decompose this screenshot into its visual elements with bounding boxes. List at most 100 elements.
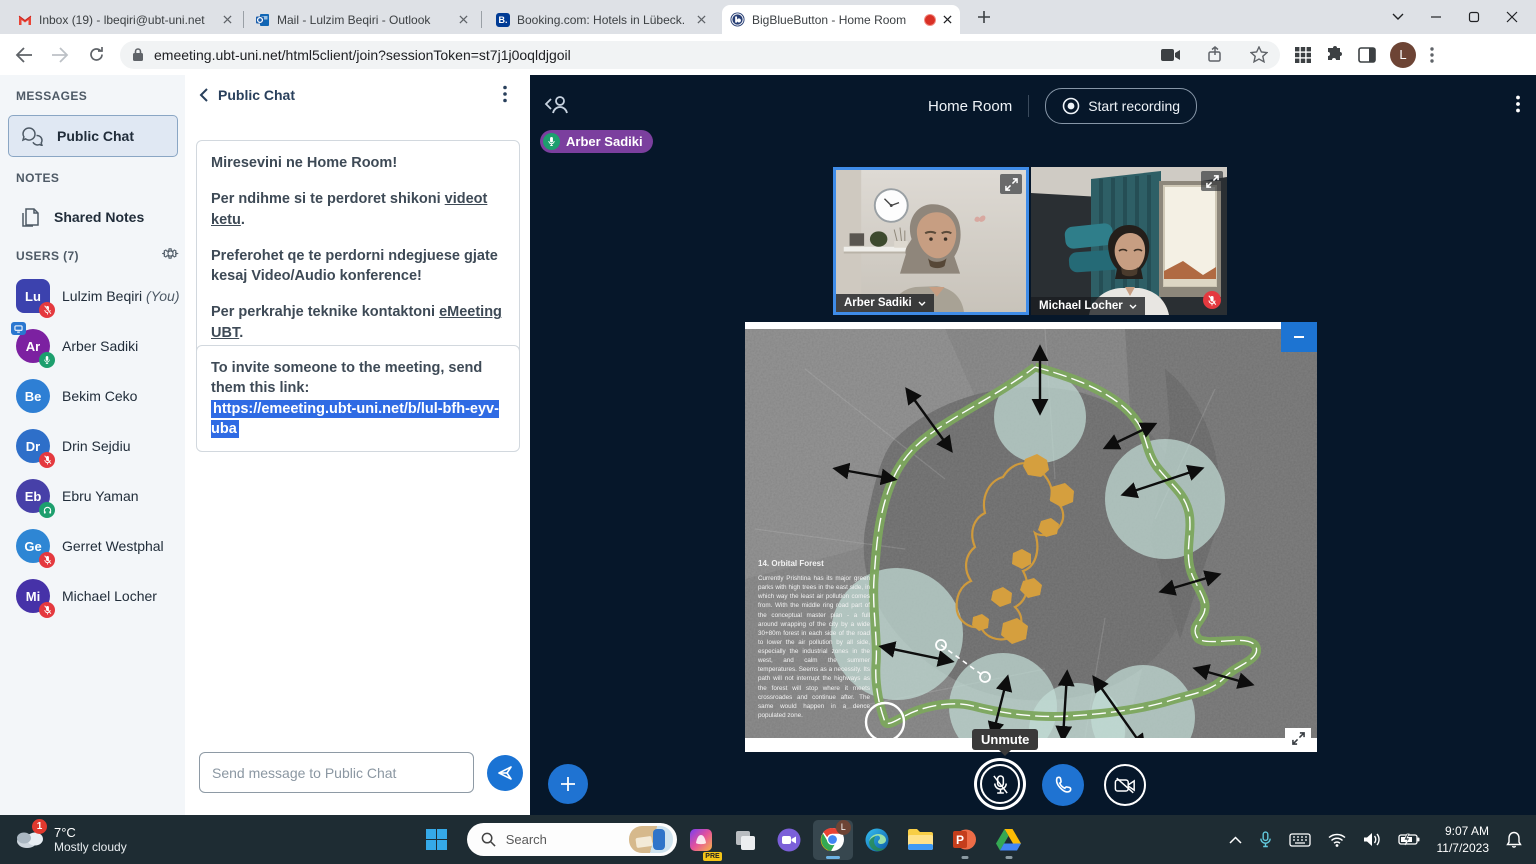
user-row[interactable]: Ar Arber Sadiki	[8, 321, 185, 371]
tab-bigbluebutton-active[interactable]: BigBlueButton - Home Room	[722, 5, 960, 34]
welcome-line-4: Per perkrahje teknike kontaktoni eMeetin…	[211, 302, 505, 343]
taskbar-powerpoint-icon[interactable]: P	[945, 820, 985, 860]
invite-link[interactable]: https://emeeting.ubt-uni.net/b/lul-bfh-e…	[211, 400, 499, 438]
new-tab-button[interactable]	[975, 8, 993, 31]
tray-chevron-up-icon[interactable]	[1229, 836, 1242, 844]
presentation-fullscreen-icon[interactable]	[1285, 728, 1311, 748]
taskbar-copilot-icon[interactable]: PRE	[681, 820, 721, 860]
taskbar-file-explorer-icon[interactable]	[901, 820, 941, 860]
close-icon[interactable]	[943, 15, 952, 24]
sidebar-item-public-chat[interactable]: Public Chat	[8, 115, 178, 157]
tray-volume-icon[interactable]	[1363, 832, 1381, 847]
taskbar-chrome-icon[interactable]: L	[813, 820, 853, 860]
chat-header[interactable]: Public Chat	[199, 87, 295, 103]
profile-avatar[interactable]: L	[1390, 42, 1416, 68]
booking-icon: B.	[496, 13, 510, 27]
avatar: Dr	[16, 429, 50, 463]
webcam-fullscreen-icon[interactable]	[1000, 174, 1022, 194]
taskbar-search-box[interactable]: Search	[467, 823, 677, 856]
send-message-button[interactable]	[487, 755, 523, 791]
taskbar-chat-icon[interactable]	[769, 820, 809, 860]
sidebar-item-shared-notes[interactable]: Shared Notes	[8, 197, 178, 237]
presentation-area[interactable]: 14. Orbital Forest Currently Prishtina h…	[745, 322, 1317, 752]
slide-heading: 14. Orbital Forest	[758, 559, 870, 568]
tab-gmail[interactable]: Inbox (19) - lbeqiri@ubt-uni.net	[10, 5, 240, 34]
user-row[interactable]: Eb Ebru Yaman	[8, 471, 185, 521]
close-icon[interactable]	[697, 15, 706, 24]
avatar: Mi	[16, 579, 50, 613]
taskbar-clock[interactable]: 9:07 AM 11/7/2023	[1437, 823, 1490, 855]
talking-indicator-pill[interactable]: Arber Sadiki	[540, 130, 653, 153]
webcam-fullscreen-icon[interactable]	[1201, 171, 1223, 191]
shared-notes-icon	[20, 205, 42, 229]
share-webcam-button[interactable]	[1104, 764, 1146, 806]
tab-outlook[interactable]: Mail - Lulzim Beqiri - Outlook	[248, 5, 476, 34]
weather-temperature: 7°C	[54, 825, 127, 840]
reload-button[interactable]	[84, 43, 108, 67]
leave-audio-button[interactable]	[1042, 764, 1084, 806]
tray-wifi-icon[interactable]	[1328, 833, 1346, 847]
close-icon[interactable]	[223, 15, 232, 24]
taskbar-edge-icon[interactable]	[857, 820, 897, 860]
tab-divider	[243, 11, 244, 28]
user-row[interactable]: Ge Gerret Westphal	[8, 521, 185, 571]
actions-plus-button[interactable]	[548, 764, 588, 804]
weather-condition: Mostly cloudy	[54, 840, 127, 854]
plus-icon	[975, 8, 993, 26]
maximize-window-icon[interactable]	[1468, 11, 1480, 23]
windows-taskbar: 1 7°C Mostly cloudy Search PRE L	[0, 815, 1536, 864]
running-indicator	[1005, 856, 1012, 859]
tray-battery-icon[interactable]	[1398, 833, 1420, 846]
webcam-name-label[interactable]: Michael Locher	[1031, 297, 1145, 315]
browser-menu-kebab-icon[interactable]	[1430, 47, 1434, 63]
unmute-microphone-button[interactable]	[980, 764, 1020, 804]
chrome-menu-chevron-icon[interactable]	[1392, 13, 1404, 21]
tab-camera-in-use-icon[interactable]	[1161, 48, 1181, 62]
webcam-name-label[interactable]: Arber Sadiki	[836, 294, 934, 312]
welcome-line-1: Miresevini ne Home Room!	[211, 153, 505, 173]
user-name: Arber Sadiki	[62, 338, 138, 354]
tray-microphone-icon[interactable]	[1259, 831, 1272, 849]
minimize-window-icon[interactable]	[1430, 11, 1442, 23]
webcam-arber-sadiki[interactable]: Arber Sadiki	[833, 167, 1029, 315]
options-kebab-icon[interactable]	[1516, 95, 1520, 118]
user-row[interactable]: Mi Michael Locher	[8, 571, 185, 621]
minus-icon	[1292, 330, 1306, 344]
webcam-muted-icon	[1203, 291, 1221, 309]
tray-keyboard-icon[interactable]	[1289, 833, 1311, 847]
user-row[interactable]: Lu Lulzim Beqiri (You)	[8, 271, 185, 321]
user-row[interactable]: Dr Drin Sejdiu	[8, 421, 185, 471]
manage-users-gear-icon[interactable]	[162, 245, 179, 267]
taskbar-google-drive-icon[interactable]	[989, 820, 1029, 860]
chat-options-kebab-icon[interactable]	[503, 85, 507, 108]
welcome-message-card: Miresevini ne Home Room! Per ndihme si t…	[196, 140, 520, 356]
user-row[interactable]: Be Bekim Ceko	[8, 371, 185, 421]
tab-booking[interactable]: B. Booking.com: Hotels in Lübeck.	[488, 5, 714, 34]
hide-userlist-icon[interactable]	[544, 93, 570, 120]
taskbar-task-view-icon[interactable]	[725, 820, 765, 860]
svg-text:P: P	[956, 833, 964, 847]
close-window-icon[interactable]	[1506, 11, 1518, 23]
running-indicator	[961, 856, 968, 859]
webcam-michael-locher[interactable]: Michael Locher	[1031, 167, 1227, 315]
share-icon[interactable]	[1207, 46, 1224, 63]
bookmark-star-icon[interactable]	[1250, 46, 1268, 63]
apps-grid-icon[interactable]	[1294, 46, 1312, 64]
forward-button[interactable]	[48, 43, 72, 67]
side-panel-icon[interactable]	[1358, 47, 1376, 63]
windows-logo-icon	[425, 828, 448, 851]
chat-message-input[interactable]	[199, 752, 474, 793]
padlock-icon	[132, 47, 144, 62]
back-button[interactable]	[12, 43, 36, 67]
weather-widget[interactable]: 1 7°C Mostly cloudy	[14, 825, 127, 854]
url-bar[interactable]: emeeting.ubt-uni.net/html5client/join?se…	[120, 41, 1280, 69]
start-button[interactable]	[417, 820, 457, 860]
extensions-puzzle-icon[interactable]	[1326, 46, 1344, 64]
plus-icon	[559, 775, 577, 793]
notes-header: NOTES	[16, 171, 59, 185]
tray-notifications-bell-icon[interactable]	[1506, 831, 1522, 848]
user-name: Lulzim Beqiri (You)	[62, 288, 180, 304]
minimize-presentation-button[interactable]	[1281, 322, 1317, 352]
close-icon[interactable]	[459, 15, 468, 24]
start-recording-button[interactable]: Start recording	[1045, 88, 1197, 124]
